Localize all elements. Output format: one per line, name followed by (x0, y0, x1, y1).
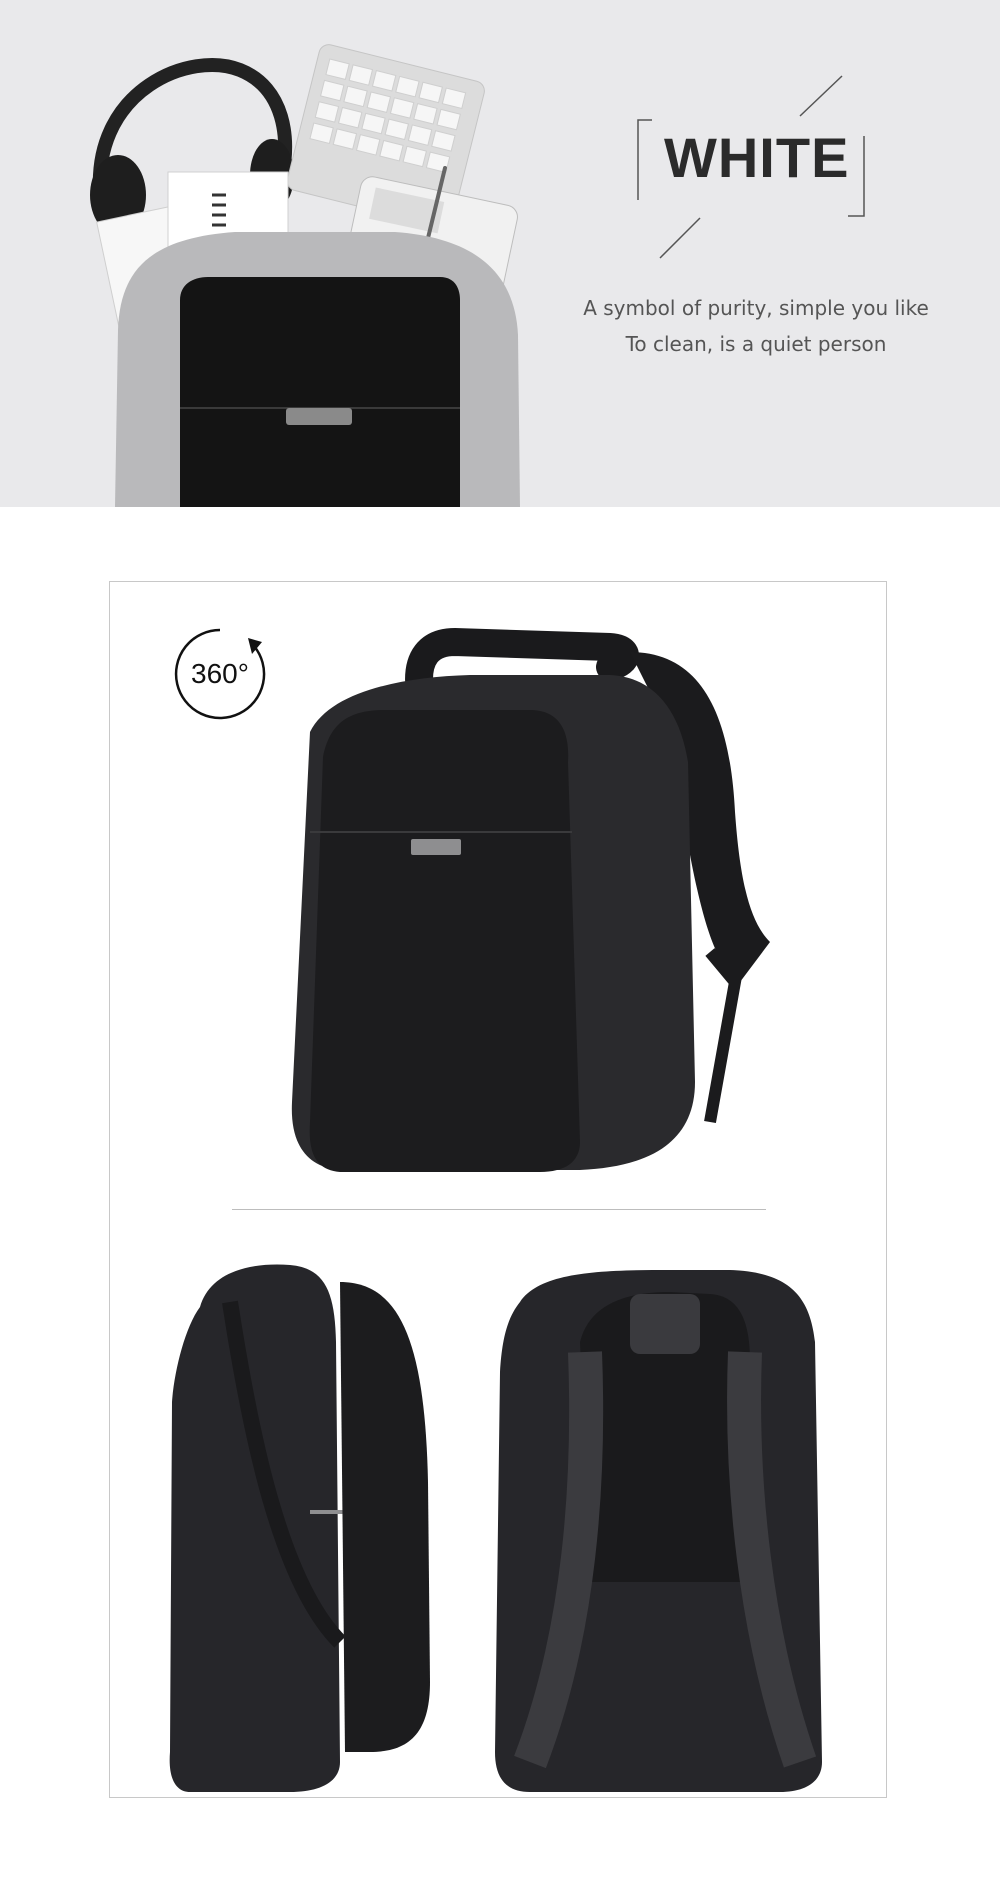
banner-illustration (90, 44, 865, 507)
grey-backpack-illustration (115, 232, 520, 507)
rotate-360-badge: 360° (174, 628, 266, 720)
color-name-heading: WHITE (664, 126, 850, 189)
rotate-360-label: 360° (191, 658, 249, 689)
front-view-backpack (291, 627, 770, 1172)
tagline-line-2: To clean, is a quiet person (625, 332, 887, 356)
product-views-illustration (169, 627, 822, 1792)
back-view-backpack (495, 1270, 822, 1792)
color-banner: WHITE A symbol of purity, simple you lik… (0, 0, 1000, 507)
views-divider (232, 1209, 766, 1210)
tagline-line-1: A symbol of purity, simple you like (583, 296, 929, 320)
side-view-backpack (169, 1264, 430, 1792)
product-views-frame: 360° (109, 581, 887, 1798)
